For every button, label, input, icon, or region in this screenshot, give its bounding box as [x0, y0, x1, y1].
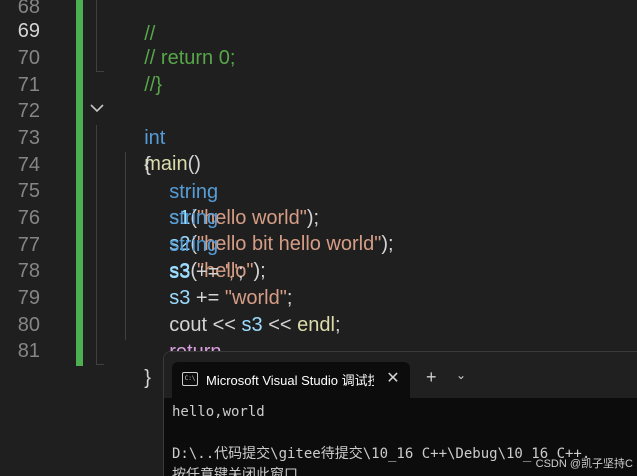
line-number: 71: [17, 74, 40, 96]
indent-guide-end: [96, 364, 104, 365]
comment-token: //}: [144, 73, 163, 96]
terminal-output[interactable]: hello,world D:\..代码提交\gitee待提交\10_16 C++\…: [172, 402, 590, 476]
line-number: 75: [17, 180, 40, 202]
code-line-72[interactable]: int main(): [122, 98, 201, 176]
code-line-73[interactable]: {: [122, 125, 151, 176]
line-number: 78: [17, 260, 40, 282]
line-number: 70: [17, 47, 40, 69]
watermark: CSDN @凯子坚持C: [535, 458, 633, 470]
variable-token: s3: [241, 313, 263, 336]
line-number: 77: [17, 234, 40, 256]
punctuation-token: );: [306, 207, 320, 230]
code-line-79[interactable]: cout << s3 << endl;: [147, 285, 340, 336]
punctuation-token: );: [381, 233, 394, 256]
indent-guide-end: [96, 71, 104, 72]
output-line: 按任意键关闭此窗口. . .: [172, 467, 341, 476]
output-line: D:\..代码提交\gitee待提交\10_16 C++\Debug\10_16…: [172, 446, 591, 462]
code-line-77[interactable]: s3 += ',';: [147, 232, 243, 283]
line-number-gutter: 68 69 70 71 72 73 74 75 76 77 78 79 80 8…: [0, 0, 82, 475]
code-line-78[interactable]: s3 += "world";: [147, 258, 292, 309]
line-number-active: 69: [17, 20, 40, 42]
line-number: 74: [17, 154, 40, 176]
line-number: 72: [17, 100, 40, 122]
indent-guide: [96, 0, 97, 72]
code-line-81[interactable]: }: [122, 338, 151, 389]
code-line-69[interactable]: // return 0;: [122, 18, 235, 69]
line-number: 79: [17, 287, 40, 309]
code-line-74[interactable]: string s1("hello world");: [147, 152, 319, 230]
line-number: 73: [17, 127, 40, 149]
fold-chevron-down-icon[interactable]: [88, 99, 106, 117]
operator-token: <<: [262, 313, 298, 336]
terminal-tab[interactable]: C:\ Microsoft Visual Studio 调试控制台 ✕: [172, 362, 410, 398]
code-line-75[interactable]: string s2("hello bit hello world");: [147, 178, 393, 256]
punctuation-token: ;: [334, 313, 341, 336]
code-line-76[interactable]: string s3("hello");: [147, 205, 265, 283]
chevron-down-icon[interactable]: ⌄: [456, 368, 466, 382]
line-number: 76: [17, 207, 40, 229]
console-icon: C:\: [182, 372, 198, 386]
output-line: hello,world: [172, 404, 265, 420]
code-line-80[interactable]: return 0;: [147, 312, 221, 390]
terminal-tab-title: Microsoft Visual Studio 调试控制台: [206, 373, 374, 388]
output-line-blank: [172, 423, 590, 444]
code-line-70[interactable]: //}: [122, 45, 162, 96]
change-indicator-bar: [76, 0, 83, 366]
close-tab-icon[interactable]: ✕: [384, 368, 402, 388]
new-tab-icon[interactable]: +: [426, 367, 437, 388]
terminal-tab-bar: C:\ Microsoft Visual Studio 调试控制台 ✕ + ⌄: [164, 352, 637, 398]
line-number: 81: [17, 340, 40, 362]
indent-guide: [96, 125, 97, 365]
line-number: 80: [17, 314, 40, 336]
function-token: endl: [297, 313, 335, 336]
brace-token: }: [144, 366, 151, 389]
